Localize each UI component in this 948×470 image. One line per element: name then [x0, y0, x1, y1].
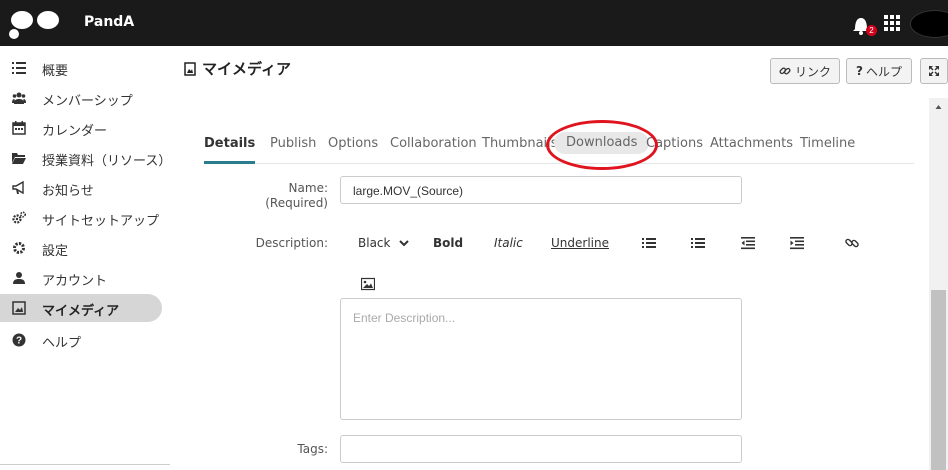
help-button-label: ヘルプ — [865, 64, 902, 79]
apps-grid-icon[interactable] — [884, 15, 900, 31]
sidebar-item-settings[interactable]: 設定 — [0, 234, 162, 262]
sidebar-item-help[interactable]: ? ヘルプ — [0, 326, 162, 354]
insert-link-icon[interactable] — [845, 236, 859, 250]
name-input[interactable]: large.MOV_(Source) — [340, 176, 742, 204]
sidebar-item-resources[interactable]: 授業資料（リソース） — [0, 144, 171, 172]
sidebar-item-account[interactable]: アカウント — [0, 264, 162, 292]
scrollbar-thumb[interactable] — [931, 290, 946, 470]
help-button[interactable]: ? ヘルプ — [846, 58, 912, 84]
bullhorn-icon — [12, 181, 24, 195]
tab-timeline[interactable]: Timeline — [800, 134, 855, 164]
sidebar-item-calendar[interactable]: カレンダー — [0, 114, 162, 142]
tab-downloads[interactable]: Downloads — [554, 132, 650, 154]
sidebar-item-label: 概要 — [42, 64, 69, 79]
insert-image-icon[interactable] — [361, 277, 375, 291]
folder-icon — [12, 153, 26, 164]
scroll-up-arrow-icon[interactable] — [929, 98, 948, 116]
sidebar-item-label: マイメディア — [42, 304, 120, 319]
sidebar-item-membership[interactable]: メンバーシップ — [0, 84, 162, 112]
expand-button[interactable] — [920, 58, 948, 84]
panda-logo-icon[interactable] — [8, 8, 68, 40]
tab-thumbnails[interactable]: Thumbnails — [482, 134, 558, 164]
underline-button[interactable]: Underline — [551, 236, 609, 250]
sidebar-item-label: カレンダー — [42, 124, 108, 139]
sidebar: 概要 メンバーシップ カレンダー 授業資料（リソース） お知らせ サイトセットア… — [0, 46, 171, 470]
media-tabs: Details Publish Options Collaboration Th… — [204, 132, 914, 164]
sidebar-item-label: メンバーシップ — [42, 94, 133, 109]
sidebar-item-my-media[interactable]: マイメディア — [0, 294, 162, 322]
indent-icon[interactable] — [790, 236, 804, 250]
tab-collaboration[interactable]: Collaboration — [390, 134, 477, 164]
user-icon — [13, 272, 25, 284]
outdent-icon[interactable] — [741, 236, 755, 250]
text-color-dropdown[interactable]: Black — [358, 236, 410, 250]
tab-attachments[interactable]: Attachments — [710, 134, 793, 164]
sidebar-item-label: アカウント — [42, 274, 108, 289]
sidebar-item-overview[interactable]: 概要 — [0, 54, 162, 82]
numbered-list-icon[interactable] — [691, 236, 705, 250]
italic-button[interactable]: Italic — [494, 236, 523, 250]
tab-options[interactable]: Options — [328, 134, 378, 164]
calendar-icon — [12, 121, 26, 135]
name-required-label: (Required) — [265, 196, 328, 210]
text-color-value: Black — [358, 236, 391, 250]
gear-icon — [13, 242, 25, 254]
sidebar-item-site-setup[interactable]: サイトセットアップ — [0, 204, 162, 232]
notification-count-badge: 2 — [866, 25, 877, 36]
sidebar-item-label: ヘルプ — [42, 336, 82, 351]
brand-name[interactable]: PandA — [84, 14, 134, 30]
sidebar-item-label: 設定 — [42, 244, 69, 259]
tab-captions[interactable]: Captions — [646, 134, 703, 164]
gears-icon — [12, 211, 26, 224]
question-icon: ? — [12, 333, 26, 347]
sidebar-item-announcements[interactable]: お知らせ — [0, 174, 162, 202]
link-icon — [779, 67, 791, 75]
page-title-text: マイメディア — [202, 60, 291, 78]
user-avatar[interactable] — [910, 10, 948, 38]
bold-button[interactable]: Bold — [433, 236, 463, 250]
tags-input[interactable] — [340, 435, 742, 463]
sidebar-item-label: 授業資料（リソース） — [42, 154, 172, 169]
media-icon — [184, 61, 196, 76]
description-textarea[interactable]: Enter Description... — [340, 298, 742, 420]
users-icon — [12, 92, 26, 104]
bullet-list-icon[interactable] — [642, 236, 656, 250]
sidebar-item-label: サイトセットアップ — [42, 214, 160, 229]
media-icon — [12, 301, 26, 315]
question-mark-icon: ? — [856, 64, 863, 78]
link-button-label: リンク — [794, 64, 831, 79]
tags-label: Tags: — [297, 442, 328, 456]
sidebar-item-label: お知らせ — [42, 184, 94, 199]
list-icon — [12, 62, 26, 74]
tab-details[interactable]: Details — [204, 134, 256, 164]
link-button[interactable]: リンク — [770, 58, 840, 84]
expand-arrows-icon — [929, 66, 939, 76]
description-label: Description: — [255, 236, 328, 250]
page-title: マイメディア — [184, 58, 291, 79]
chevron-down-icon — [399, 240, 410, 247]
sidebar-divider — [0, 464, 170, 470]
name-label: Name: — [288, 181, 328, 195]
svg-text:?: ? — [16, 336, 22, 347]
tab-publish[interactable]: Publish — [270, 134, 316, 164]
top-bar: PandA 2 — [0, 0, 948, 46]
